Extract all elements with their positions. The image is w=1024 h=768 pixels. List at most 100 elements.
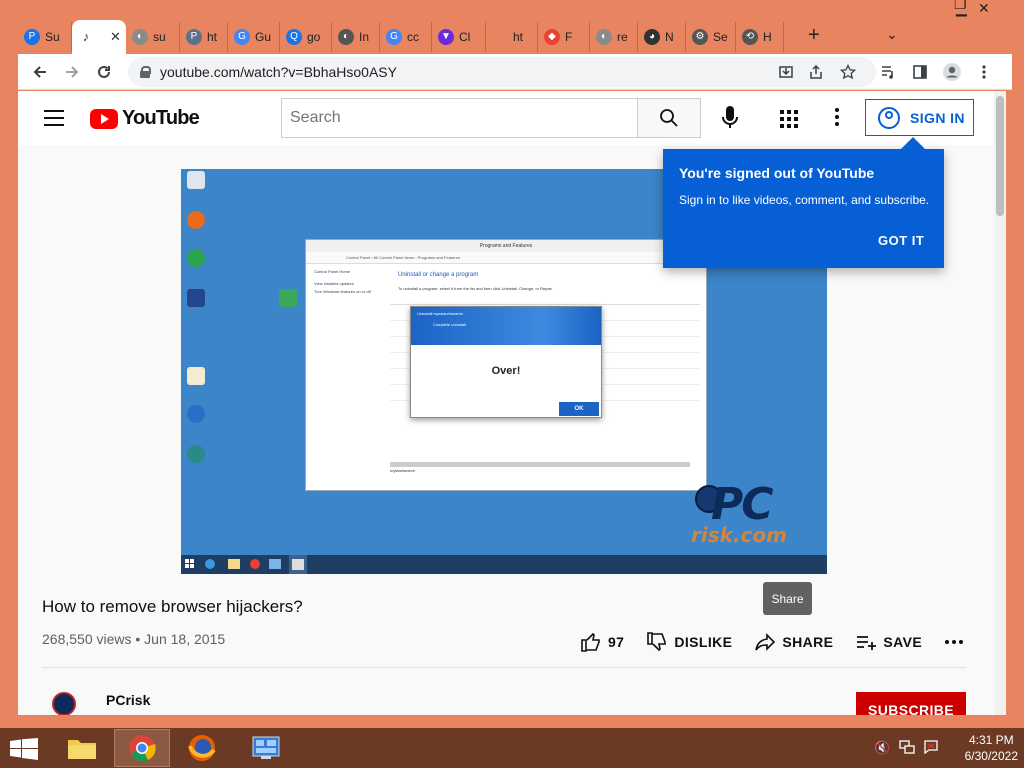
dislike-button[interactable]: DISLIKE <box>646 631 732 653</box>
action-center-icon[interactable] <box>924 740 938 757</box>
tab-title: Gu <box>255 30 272 44</box>
tab-favicon-icon: ⚙ <box>692 29 708 45</box>
folder-desktop-icon <box>187 367 205 385</box>
youtube-wordmark: YouTube <box>122 107 200 129</box>
chrome-icon <box>129 735 156 762</box>
browser-tab[interactable]: ⚙ Se <box>686 22 736 52</box>
tab-title: Cl <box>459 30 471 44</box>
browser-tab[interactable]: ◆ F <box>538 22 590 52</box>
profile-avatar[interactable] <box>940 60 964 84</box>
browser-tab[interactable]: ◐ In <box>332 22 380 52</box>
search-input[interactable]: Search <box>281 98 638 138</box>
scrollbar-thumb[interactable] <box>996 96 1004 216</box>
forward-button[interactable] <box>60 60 84 84</box>
volume-muted-icon[interactable]: 🔇 <box>874 740 890 756</box>
tab-favicon-icon: ◆ <box>544 29 560 45</box>
tab-favicon-icon: Q <box>286 29 302 45</box>
recycle-bin-icon <box>187 171 205 189</box>
clock-time: 4:31 PM <box>968 733 1014 747</box>
share-label: SHARE <box>782 634 834 650</box>
like-button[interactable]: 97 <box>580 631 624 653</box>
start-button[interactable] <box>10 738 38 760</box>
system-clock[interactable]: 4:31 PM 6/30/2022 <box>965 732 1018 764</box>
bookmark-star-icon[interactable] <box>836 60 860 84</box>
close-tab-icon[interactable]: ✕ <box>110 29 121 45</box>
tab-favicon-icon: P <box>186 29 202 45</box>
installer-desktop-icon <box>279 289 297 307</box>
voice-search-button[interactable] <box>718 104 742 132</box>
apps-grid-icon[interactable] <box>780 110 798 128</box>
taskbar-firefox[interactable] <box>174 729 230 767</box>
control-panel-icon <box>252 736 280 759</box>
side-link: Control Panel Home <box>314 269 351 274</box>
video-taskbar <box>181 555 827 574</box>
popup-title: You're signed out of YouTube <box>679 165 875 181</box>
firefox-desktop-icon <box>187 211 205 229</box>
side-panel-icon[interactable] <box>908 60 932 84</box>
got-it-button[interactable]: GOT IT <box>878 233 924 248</box>
browser-tab[interactable]: ◐ re <box>590 22 638 52</box>
uninstall-dialog: Uninstall mysearchsearch Complete uninst… <box>410 306 602 418</box>
reload-button[interactable] <box>92 60 116 84</box>
chrome-desktop-icon <box>187 249 205 267</box>
browser-tab[interactable]: G Gu <box>228 22 280 52</box>
close-window-button[interactable]: ✕ <box>978 0 990 17</box>
browser-tab[interactable]: ⟲ H <box>736 22 784 52</box>
sign-in-button[interactable]: SIGN IN <box>865 99 974 136</box>
window-breadcrumb: Control Panel › All Control Panel Items … <box>306 252 706 264</box>
side-link: View installed updates <box>314 281 354 286</box>
address-bar[interactable]: youtube.com/watch?v=BbhaHso0ASY <box>128 57 876 87</box>
taskbar-chrome[interactable] <box>114 729 170 767</box>
restore-icon: ❐ <box>954 0 967 12</box>
browser-tab[interactable]: ♪ ✕ <box>72 20 126 54</box>
divider <box>42 667 966 668</box>
playlist-add-icon <box>857 636 877 650</box>
tab-title: H <box>763 30 772 44</box>
browser-tab[interactable]: Pht <box>180 22 228 52</box>
user-circle-icon <box>878 106 900 129</box>
tab-favicon-icon: ⟲ <box>742 29 758 45</box>
media-control-icon[interactable] <box>876 60 900 84</box>
browser-tab[interactable]: ◕ N <box>638 22 686 52</box>
browser-menu-icon[interactable] <box>972 60 996 84</box>
network-icon[interactable] <box>899 740 915 757</box>
windows-logo-icon <box>10 738 38 760</box>
more-actions-button[interactable] <box>944 639 964 645</box>
tab-favicon-icon: G <box>234 29 250 45</box>
channel-name[interactable]: PCrisk <box>106 692 150 708</box>
page-content: YouTube Search SIGN IN Programs and Feat… <box>18 91 994 715</box>
hamburger-menu-icon[interactable] <box>44 110 64 126</box>
channel-avatar[interactable] <box>52 692 76 715</box>
browser-tab[interactable]: P Su <box>18 22 72 52</box>
search-button[interactable] <box>637 98 701 138</box>
tab-favicon-icon: ◕ <box>644 29 660 45</box>
save-button[interactable]: SAVE <box>855 631 922 653</box>
settings-more-icon[interactable] <box>835 108 839 126</box>
youtube-logo[interactable]: YouTube <box>90 107 200 130</box>
back-button[interactable] <box>28 60 52 84</box>
share-button[interactable]: SHARE <box>754 631 833 653</box>
browser-toolbar: youtube.com/watch?v=BbhaHso0ASY <box>18 54 1012 90</box>
tab-title: Se <box>713 30 728 44</box>
subscribe-button[interactable]: SUBSCRIBE <box>856 692 966 715</box>
browser-tab[interactable]: Gcc <box>380 22 432 52</box>
microphone-icon <box>722 106 738 128</box>
tab-search-button[interactable]: ⌄ <box>886 26 898 43</box>
clock-date: 6/30/2022 <box>964 749 1018 763</box>
selected-program-label: mystartsearch <box>390 468 416 473</box>
save-label: SAVE <box>883 634 923 650</box>
tab-title: re <box>617 30 628 44</box>
popup-text: Sign in to like videos, comment, and sub… <box>679 193 930 207</box>
browser-tab[interactable]: ▼ Cl <box>432 22 486 52</box>
install-app-icon[interactable] <box>774 60 798 84</box>
browser-tab[interactable]: ◐ su <box>126 22 180 52</box>
new-tab-button[interactable]: + <box>808 24 820 47</box>
thumbs-up-icon <box>581 632 600 652</box>
share-page-icon[interactable] <box>804 60 828 84</box>
more-horizontal-icon <box>945 640 964 644</box>
browser-tab[interactable]: Qgo <box>280 22 332 52</box>
taskbar-control-panel[interactable] <box>238 729 294 767</box>
browser-tab[interactable]: ht <box>486 22 538 52</box>
tab-favicon-icon: P <box>24 29 40 45</box>
taskbar-explorer[interactable] <box>54 729 110 767</box>
